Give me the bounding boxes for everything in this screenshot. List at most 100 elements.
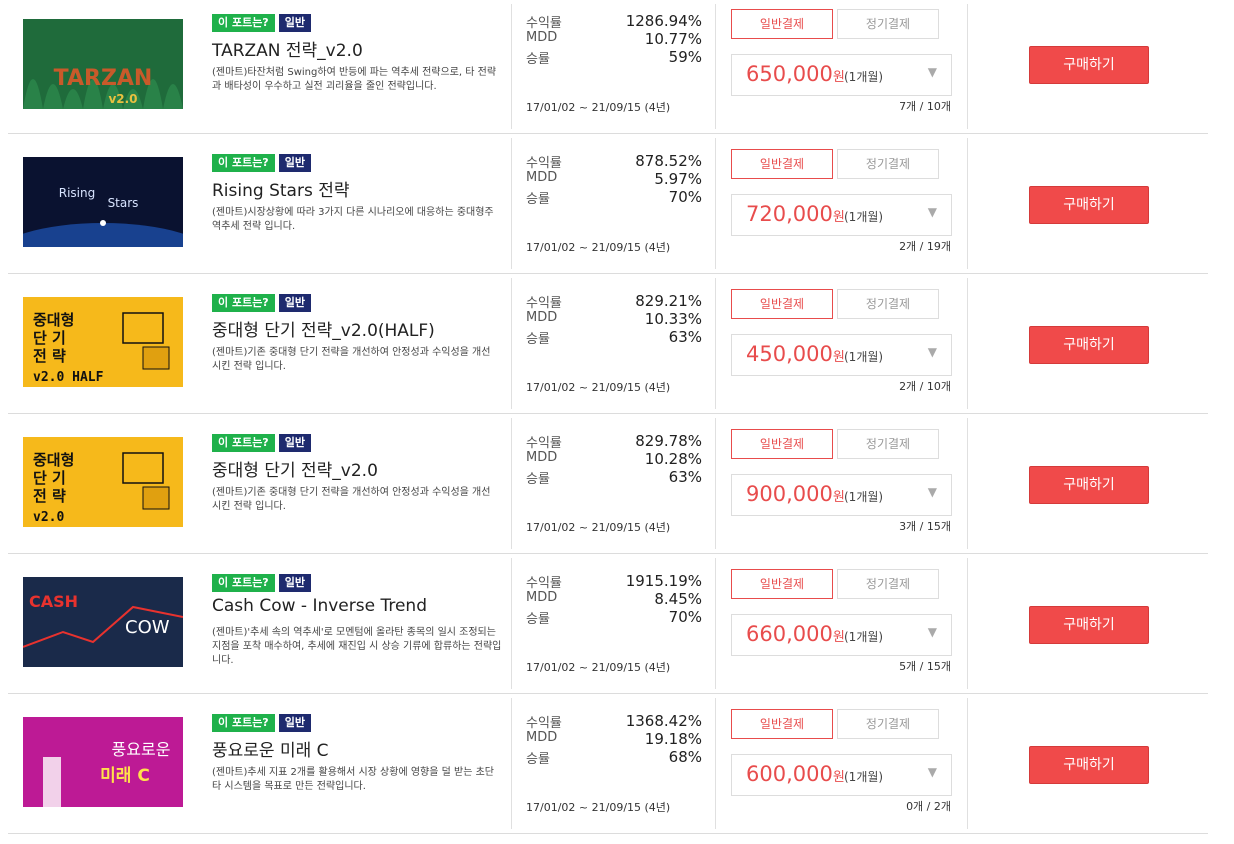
product-row-6: 풍요로운 미래 C 이 포트는? 일반 풍요로운 미래 C (젠마트)추세 지표 … [8, 694, 1208, 834]
backtest-period: 17/01/02 ~ 21/09/15 (4년) [526, 661, 671, 674]
stat-winrate: 승률 68% [526, 748, 702, 767]
price-value: 450,000원 [746, 342, 845, 366]
badge-group: 이 포트는? 일반 [212, 14, 311, 32]
tab-one-time-payment[interactable]: 일반결제 [731, 9, 833, 39]
price-select[interactable]: 660,000원 (1개월) ▼ [731, 614, 952, 656]
price-select[interactable]: 720,000원 (1개월) ▼ [731, 194, 952, 236]
stair-shape [43, 757, 61, 807]
info-badge[interactable]: 이 포트는? [212, 154, 275, 172]
badge-group: 이 포트는? 일반 [212, 294, 311, 312]
backtest-period: 17/01/02 ~ 21/09/15 (4년) [526, 101, 671, 114]
stock-count: 5개 / 15개 [899, 660, 951, 673]
type-badge: 일반 [278, 14, 311, 32]
divider [967, 558, 968, 689]
product-title[interactable]: TARZAN 전략_v2.0 [212, 36, 363, 61]
product-thumbnail[interactable]: 풍요로운 미래 C [23, 717, 183, 807]
stat-value: 829.21% [635, 292, 702, 310]
stat-return: 수익률 829.78% [526, 432, 702, 451]
info-badge[interactable]: 이 포트는? [212, 714, 275, 732]
product-thumbnail[interactable]: TARZAN v2.0 [23, 19, 183, 109]
type-badge: 일반 [278, 434, 311, 452]
backtest-period: 17/01/02 ~ 21/09/15 (4년) [526, 521, 671, 534]
buy-button[interactable]: 구매하기 [1029, 466, 1149, 504]
price-select[interactable]: 600,000원 (1개월) ▼ [731, 754, 952, 796]
stat-value: 829.78% [635, 432, 702, 450]
product-thumbnail[interactable]: CASH COW [23, 577, 183, 667]
stat-value: 70% [668, 188, 702, 206]
stat-value: 10.77% [644, 30, 702, 48]
tab-subscription-payment[interactable]: 정기결제 [837, 289, 939, 319]
price-select[interactable]: 450,000원 (1개월) ▼ [731, 334, 952, 376]
product-title[interactable]: Rising Stars 전략 [212, 176, 350, 201]
period-option: (1개월) [844, 210, 884, 224]
product-thumbnail[interactable]: 중대형 단 기전 략 v2.0 [23, 437, 183, 527]
divider [715, 278, 716, 409]
divider [511, 418, 512, 549]
stat-mdd: MDD 19.18% [526, 730, 702, 748]
stat-winrate: 승률 70% [526, 188, 702, 207]
tab-subscription-payment[interactable]: 정기결제 [837, 429, 939, 459]
stat-value: 10.28% [644, 450, 702, 468]
backtest-period: 17/01/02 ~ 21/09/15 (4년) [526, 241, 671, 254]
product-thumbnail[interactable]: Rising Stars [23, 157, 183, 247]
tab-one-time-payment[interactable]: 일반결제 [731, 569, 833, 599]
chevron-down-icon: ▼ [927, 205, 937, 219]
price-select[interactable]: 650,000원 (1개월) ▼ [731, 54, 952, 96]
stock-count: 0개 / 2개 [906, 800, 951, 813]
stat-label: 승률 [526, 752, 550, 767]
info-badge[interactable]: 이 포트는? [212, 574, 275, 592]
stat-label: 수익률 [526, 296, 562, 311]
stat-value: 8.45% [654, 590, 702, 608]
stat-label: 수익률 [526, 16, 562, 31]
tab-subscription-payment[interactable]: 정기결제 [837, 149, 939, 179]
period-option: (1개월) [844, 350, 884, 364]
product-row-4: 중대형 단 기전 략 v2.0 이 포트는? 일반 중대형 단기 전략_v2.0 (… [8, 414, 1208, 554]
tab-subscription-payment[interactable]: 정기결제 [837, 709, 939, 739]
divider [967, 698, 968, 829]
buy-button[interactable]: 구매하기 [1029, 46, 1149, 84]
stat-label: MDD [526, 590, 558, 605]
divider [511, 558, 512, 689]
info-badge[interactable]: 이 포트는? [212, 294, 275, 312]
tab-one-time-payment[interactable]: 일반결제 [731, 429, 833, 459]
product-title[interactable]: 중대형 단기 전략_v2.0(HALF) [212, 316, 435, 341]
product-row-3: 중대형 단 기전 략 v2.0 HALF 이 포트는? 일반 중대형 단기 전략_v… [8, 274, 1208, 414]
product-thumbnail[interactable]: 중대형 단 기전 략 v2.0 HALF [23, 297, 183, 387]
tab-one-time-payment[interactable]: 일반결제 [731, 709, 833, 739]
stat-return: 수익률 829.21% [526, 292, 702, 311]
info-badge[interactable]: 이 포트는? [212, 434, 275, 452]
product-list: TARZAN v2.0 이 포트는? 일반 TARZAN 전략_v2.0 (젠마트… [8, 0, 1208, 834]
tab-one-time-payment[interactable]: 일반결제 [731, 289, 833, 319]
payment-tabs: 일반결제 정기결제 [731, 569, 939, 599]
product-title[interactable]: 중대형 단기 전략_v2.0 [212, 456, 378, 481]
stat-winrate: 승률 70% [526, 608, 702, 627]
thumb-title: 전 략 [33, 487, 66, 505]
product-title[interactable]: Cash Cow - Inverse Trend [212, 596, 427, 616]
product-title[interactable]: 풍요로운 미래 C [212, 736, 329, 761]
stat-label: MDD [526, 170, 558, 185]
type-badge: 일반 [278, 574, 311, 592]
thumb-subtitle: 미래 C [100, 766, 150, 786]
buy-button[interactable]: 구매하기 [1029, 186, 1149, 224]
stat-value: 10.33% [644, 310, 702, 328]
buy-button[interactable]: 구매하기 [1029, 606, 1149, 644]
tab-one-time-payment[interactable]: 일반결제 [731, 149, 833, 179]
chevron-down-icon: ▼ [927, 485, 937, 499]
stats-block: 수익률 829.78% MDD 10.28% 승률 63% [526, 432, 702, 487]
stat-winrate: 승률 59% [526, 48, 702, 67]
stat-return: 수익률 1915.19% [526, 572, 702, 591]
buy-button[interactable]: 구매하기 [1029, 746, 1149, 784]
tab-subscription-payment[interactable]: 정기결제 [837, 9, 939, 39]
tab-subscription-payment[interactable]: 정기결제 [837, 569, 939, 599]
stat-value: 59% [668, 48, 702, 66]
info-badge[interactable]: 이 포트는? [212, 14, 275, 32]
price-select[interactable]: 900,000원 (1개월) ▼ [731, 474, 952, 516]
thumb-title: 중대형 [33, 311, 74, 329]
price-value: 900,000원 [746, 482, 845, 506]
payment-tabs: 일반결제 정기결제 [731, 289, 939, 319]
divider [715, 698, 716, 829]
product-description: (젠마트)'추세 속의 역추세'로 모멘텀에 올라탄 종목의 일시 조정되는 지… [212, 627, 502, 666]
stat-mdd: MDD 10.77% [526, 30, 702, 48]
buy-button[interactable]: 구매하기 [1029, 326, 1149, 364]
stats-block: 수익률 1915.19% MDD 8.45% 승률 70% [526, 572, 702, 627]
